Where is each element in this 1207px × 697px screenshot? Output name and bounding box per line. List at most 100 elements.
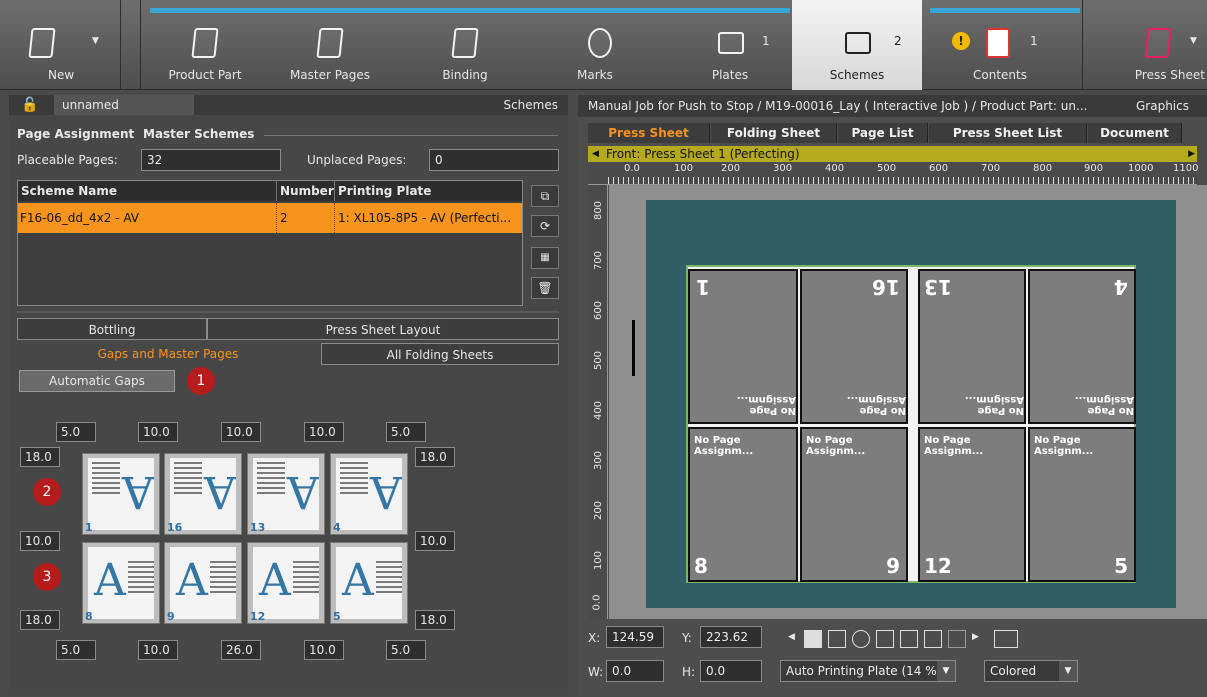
- gap-bottom-field[interactable]: 5.0: [386, 640, 426, 660]
- page-cell[interactable]: No Page Assignm... 8: [688, 427, 798, 582]
- unlock-icon[interactable]: 🔓: [21, 95, 38, 115]
- page-number: 8: [694, 554, 708, 578]
- sheet-selector-bar[interactable]: ◀ Front: Press Sheet 1 (Perfecting) ▶: [588, 146, 1197, 162]
- col-printing-plate[interactable]: Printing Plate: [334, 181, 431, 201]
- master-page-thumb[interactable]: A4: [330, 453, 408, 535]
- master-page-thumb[interactable]: A 16: [164, 453, 242, 535]
- canvas-area[interactable]: 1 No Page Assignm... 16 No Page Assignm...…: [609, 185, 1207, 619]
- tab-plates[interactable]: 1 Plates: [670, 0, 790, 90]
- gap-top-field[interactable]: 10.0: [304, 422, 344, 442]
- chevron-down-icon[interactable]: ▼: [937, 661, 955, 681]
- page-cell[interactable]: No Page Assignm... 9: [800, 427, 908, 582]
- tools-next-icon[interactable]: ▶: [972, 632, 979, 642]
- page-cell[interactable]: No Page Assignm... 12: [918, 427, 1026, 582]
- tab-all-folding-sheets[interactable]: All Folding Sheets: [321, 343, 559, 365]
- printing-plate-select[interactable]: Auto Printing Plate (14 %) ▼: [780, 660, 956, 682]
- master-page-thumb[interactable]: A1: [82, 453, 160, 535]
- settings-icon[interactable]: [1032, 630, 1056, 648]
- page-number: 1: [85, 521, 93, 534]
- page-cell[interactable]: 13 No Page Assignm...: [918, 269, 1026, 424]
- tab-gaps-master-pages[interactable]: Gaps and Master Pages: [17, 343, 319, 365]
- press-sheet[interactable]: 1 No Page Assignm... 16 No Page Assignm...…: [632, 200, 1176, 608]
- tab-press-sheet-list[interactable]: Press Sheet List: [929, 123, 1087, 143]
- dropdown-arrow-icon[interactable]: ▼: [92, 36, 99, 46]
- gap-left-field[interactable]: 18.0: [20, 610, 60, 630]
- gap-top-field[interactable]: 5.0: [56, 422, 96, 442]
- fit-icon[interactable]: [1078, 630, 1096, 648]
- feed-direction-arrow: [632, 320, 635, 376]
- gap-right-field[interactable]: 18.0: [415, 610, 455, 630]
- view-mode-icon[interactable]: [994, 630, 1018, 648]
- gap-top-field[interactable]: 10.0: [138, 422, 178, 442]
- h-field[interactable]: 0.0: [700, 660, 762, 682]
- dropdown-arrow-icon[interactable]: ▼: [1190, 36, 1197, 46]
- col-scheme-name[interactable]: Scheme Name: [21, 181, 117, 201]
- page-cell[interactable]: 16 No Page Assignm...: [800, 269, 908, 424]
- chevron-down-icon[interactable]: ▼: [1059, 661, 1077, 681]
- w-field[interactable]: 0.0: [606, 660, 664, 682]
- zoom-tool-icon[interactable]: [852, 630, 870, 648]
- tab-page-list[interactable]: Page List: [838, 123, 928, 143]
- press-sheet-button[interactable]: ▼ Press Sheet: [1100, 0, 1207, 90]
- expand-icon[interactable]: [1178, 630, 1196, 648]
- tab-press-sheet-layout[interactable]: Press Sheet Layout: [207, 318, 559, 340]
- placeable-pages-field[interactable]: 32: [141, 149, 281, 171]
- master-page-thumb[interactable]: A5: [330, 542, 408, 624]
- gap-right-field[interactable]: 18.0: [415, 447, 455, 467]
- tab-binding[interactable]: Binding: [400, 0, 530, 90]
- pointer-tool-icon[interactable]: [804, 630, 822, 648]
- gap-left-field[interactable]: 10.0: [20, 531, 60, 551]
- x-field[interactable]: 124.59: [606, 626, 664, 648]
- master-page-thumb[interactable]: A 12: [247, 542, 325, 624]
- unplaced-pages-field[interactable]: 0: [429, 149, 559, 171]
- tab-folding-sheet[interactable]: Folding Sheet: [711, 123, 837, 143]
- crop-tool-icon[interactable]: [900, 630, 918, 648]
- scheme-settings-button[interactable]: ▦: [531, 247, 559, 269]
- y-field[interactable]: 223.62: [700, 626, 762, 648]
- master-page-thumb[interactable]: A 13: [247, 453, 325, 535]
- tab-contents[interactable]: ! 1 Contents: [930, 0, 1070, 90]
- page-number: 4: [333, 521, 341, 534]
- gap-bottom-field[interactable]: 5.0: [56, 640, 96, 660]
- gap-top-field[interactable]: 5.0: [386, 422, 426, 442]
- tab-marks[interactable]: Marks: [540, 0, 660, 90]
- ruler-vertical: 800 700 600 500 400 300 200 100 0.0: [588, 185, 608, 619]
- schemes-count: 2: [894, 34, 902, 48]
- trash-icon[interactable]: 🗑: [531, 277, 559, 299]
- new-button[interactable]: ▼ New: [0, 0, 120, 90]
- select-tool-icon[interactable]: [828, 630, 846, 648]
- automatic-gaps-button[interactable]: Automatic Gaps: [19, 370, 175, 392]
- ruler-tick-label: 700: [593, 250, 605, 271]
- table-row[interactable]: F16-06_dd_4x2 - AV 2 1: XL105-8P5 - AV (…: [18, 203, 522, 233]
- tab-bottling[interactable]: Bottling: [17, 318, 207, 340]
- tab-master-pages[interactable]: Master Pages: [270, 0, 390, 90]
- next-sheet-icon[interactable]: ▶: [1188, 146, 1195, 162]
- color-mode-select[interactable]: Colored ▼: [984, 660, 1078, 682]
- master-page-thumb[interactable]: A8: [82, 542, 160, 624]
- page-cell[interactable]: 4 No Page Assignm...: [1028, 269, 1136, 424]
- tab-press-sheet[interactable]: Press Sheet: [588, 123, 710, 143]
- tab-schemes[interactable]: 2 Schemes: [792, 0, 922, 90]
- splitter[interactable]: [17, 311, 559, 313]
- gap-left-field[interactable]: 18.0: [20, 447, 60, 467]
- hand-tool-icon[interactable]: [876, 630, 894, 648]
- page-cell[interactable]: No Page Assignm... 5: [1028, 427, 1136, 582]
- gap-right-field[interactable]: 10.0: [415, 531, 455, 551]
- gap-bottom-field[interactable]: 26.0: [221, 640, 261, 660]
- col-number[interactable]: Number: [276, 181, 334, 201]
- tab-product-part[interactable]: Product Part: [150, 0, 260, 90]
- gap-top-field[interactable]: 10.0: [221, 422, 261, 442]
- tools-prev-icon[interactable]: ◀: [788, 632, 795, 642]
- page-cell[interactable]: 1 No Page Assignm...: [688, 269, 798, 424]
- gap-bottom-field[interactable]: 10.0: [138, 640, 178, 660]
- copy-tool-icon[interactable]: [924, 630, 942, 648]
- product-part-icon: [191, 28, 219, 58]
- master-page-thumb[interactable]: A9: [164, 542, 242, 624]
- gap-bottom-field[interactable]: 10.0: [304, 640, 344, 660]
- disabled-tool-icon[interactable]: [948, 630, 966, 648]
- tab-document[interactable]: Document: [1088, 123, 1182, 143]
- copy-scheme-button[interactable]: ⧉: [531, 185, 559, 207]
- cell-number: 2: [276, 203, 288, 233]
- prev-sheet-icon[interactable]: ◀: [592, 146, 599, 162]
- rotate-scheme-button[interactable]: ⟳: [531, 215, 559, 237]
